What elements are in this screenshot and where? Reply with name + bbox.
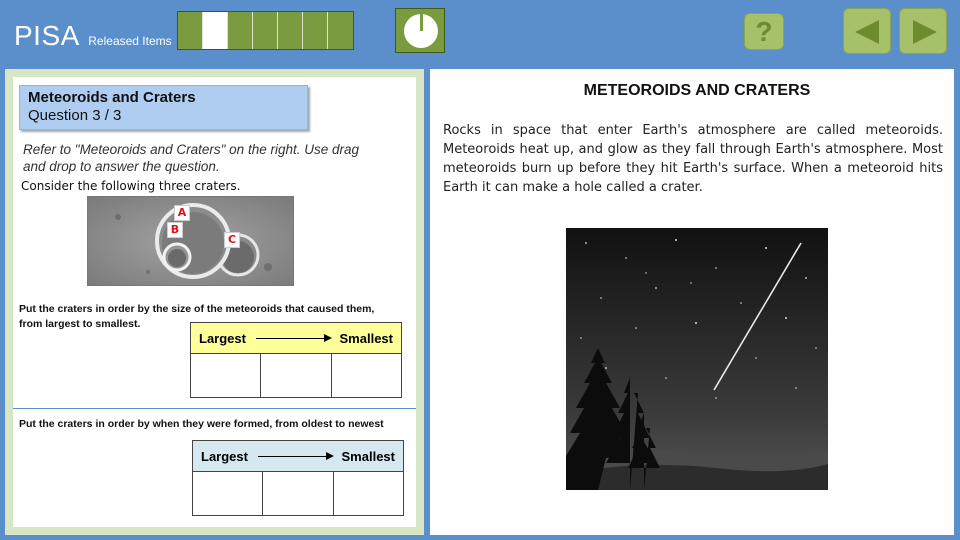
progress-cell <box>303 12 328 49</box>
clock-icon <box>404 14 438 48</box>
question-number: Question 3 / 3 <box>28 107 122 124</box>
largest-label: Largest <box>199 330 246 346</box>
brand: PISA Released Items <box>14 20 172 52</box>
question-content[interactable]: Meteoroids and Craters Question 3 / 3 Re… <box>13 77 416 527</box>
question-panel: Meteoroids and Craters Question 3 / 3 Re… <box>5 69 424 535</box>
progress-bar <box>177 11 354 50</box>
drop-slot-2[interactable] <box>261 354 332 397</box>
order-table-size: Largest Smallest <box>190 322 402 398</box>
drop-slots <box>191 354 401 397</box>
question-title: Meteoroids and Craters <box>28 89 196 106</box>
progress-cell <box>278 12 303 49</box>
brand-name: PISA <box>14 20 80 51</box>
arrow-right-icon <box>257 451 334 460</box>
prompt-age-order: Put the craters in order by when they we… <box>19 418 384 430</box>
stimulus-text: Rocks in space that enter Earth's atmosp… <box>443 123 943 195</box>
arrow-left-icon <box>855 20 879 44</box>
order-table-age: Largest Smallest <box>192 440 404 516</box>
drop-slot-1[interactable] <box>193 472 264 515</box>
question-header: Meteoroids and Craters Question 3 / 3 <box>19 85 308 130</box>
order-table-header: Largest Smallest <box>193 441 403 472</box>
drop-slots <box>193 472 403 515</box>
drop-slot-3[interactable] <box>331 354 401 397</box>
progress-cell <box>228 12 253 49</box>
largest-label: Largest <box>201 448 248 464</box>
top-bar: PISA Released Items ? <box>0 0 960 64</box>
next-button[interactable] <box>899 8 947 54</box>
crater-image: A B C <box>87 196 294 286</box>
drop-slot-2[interactable] <box>263 472 334 515</box>
stimulus-panel: METEOROIDS AND CRATERS Rocks in space th… <box>430 69 954 535</box>
previous-button[interactable] <box>843 8 891 54</box>
stimulus-title: METEOROIDS AND CRATERS <box>583 82 811 99</box>
drop-slot-3[interactable] <box>333 472 403 515</box>
help-button[interactable]: ? <box>744 13 784 50</box>
arrow-right-icon <box>913 20 937 44</box>
meteor-night-image <box>566 228 828 490</box>
instruction-text: Refer to "Meteoroids and Craters" on the… <box>23 142 359 174</box>
progress-cell <box>253 12 278 49</box>
drop-slot-1[interactable] <box>191 354 262 397</box>
brand-subtitle: Released Items <box>88 34 172 48</box>
progress-cell <box>178 12 203 49</box>
order-table-header: Largest Smallest <box>191 323 401 354</box>
smallest-label: Smallest <box>341 448 395 464</box>
crater-label-a: A <box>174 205 190 221</box>
timer <box>395 8 445 53</box>
consider-text: Consider the following three craters. <box>21 179 241 193</box>
progress-cell <box>328 12 353 49</box>
smallest-label: Smallest <box>339 330 393 346</box>
crater-label-c: C <box>224 232 240 248</box>
progress-cell-current <box>203 12 228 49</box>
arrow-right-icon <box>255 333 332 342</box>
divider <box>13 408 416 409</box>
crater-label-b: B <box>167 222 183 238</box>
